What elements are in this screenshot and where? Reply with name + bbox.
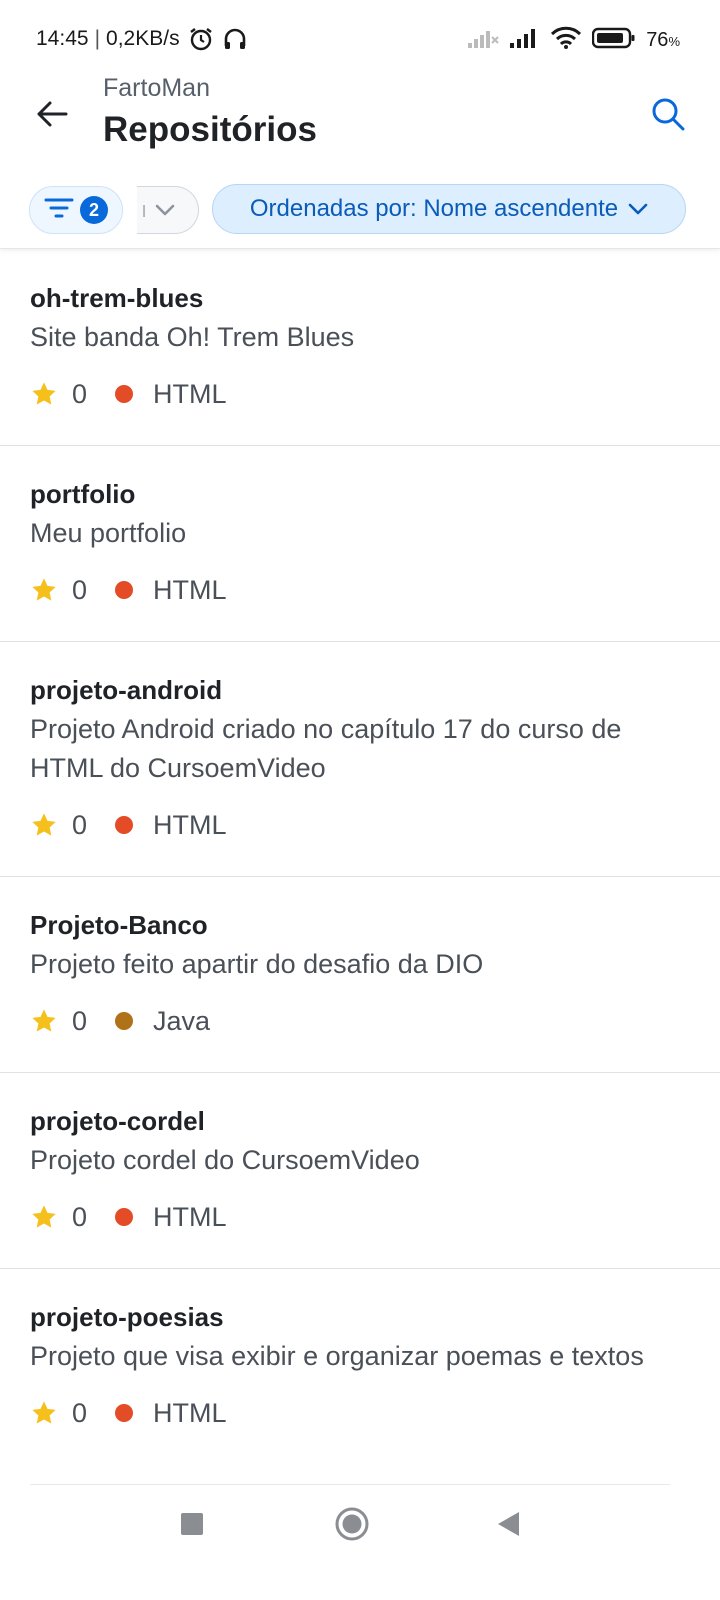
repo-list-item[interactable]: Projeto-Banco Projeto feito apartir do d… bbox=[0, 877, 720, 1073]
repo-list-item[interactable]: projeto-cordel Projeto cordel do Cursoem… bbox=[0, 1073, 720, 1269]
type-filter-chip[interactable]: ı bbox=[137, 186, 199, 234]
app-header: FartoMan Repositórios bbox=[0, 70, 720, 180]
repo-list-item[interactable]: projeto-android Projeto Android criado n… bbox=[0, 642, 720, 877]
headphones-icon bbox=[222, 26, 248, 52]
star-icon bbox=[30, 1007, 58, 1035]
battery-icon bbox=[591, 27, 636, 54]
star-count: 0 bbox=[72, 809, 88, 840]
repo-description: Meu portfolio bbox=[30, 518, 187, 548]
repo-name: Projeto-Banco bbox=[30, 910, 208, 940]
page-title: Repositórios bbox=[103, 110, 317, 149]
arrow-left-icon bbox=[35, 99, 69, 134]
wifi-icon bbox=[550, 26, 582, 55]
repo-meta: 0 HTML bbox=[30, 1396, 690, 1430]
language-color-dot bbox=[115, 1404, 134, 1422]
star-icon bbox=[30, 1399, 58, 1427]
type-filter-label: ı bbox=[141, 197, 148, 222]
sort-dropdown[interactable]: Ordenadas por: Nome ascendente bbox=[212, 184, 686, 234]
repo-description: Projeto feito apartir do desafio da DIO bbox=[30, 949, 484, 979]
repo-name: portfolio bbox=[30, 479, 136, 509]
repo-language: Java bbox=[153, 1005, 211, 1036]
repo-language: HTML bbox=[153, 378, 227, 409]
star-icon bbox=[30, 1203, 58, 1231]
system-nav-bar bbox=[0, 1484, 720, 1600]
repo-owner: FartoMan bbox=[103, 74, 210, 102]
repo-meta: 0 HTML bbox=[30, 573, 690, 607]
star-count: 0 bbox=[72, 378, 88, 409]
repo-language: HTML bbox=[153, 1397, 227, 1428]
repo-description: Site banda Oh! Trem Blues bbox=[30, 322, 355, 352]
recents-button[interactable] bbox=[178, 1504, 206, 1548]
repo-description: Projeto que visa exibir e organizar poem… bbox=[30, 1341, 644, 1371]
repo-meta: 0 Java bbox=[30, 1004, 690, 1038]
alarm-icon bbox=[188, 26, 214, 52]
status-time: 14:45 bbox=[36, 27, 89, 50]
repo-name: oh-trem-blues bbox=[30, 283, 204, 313]
status-bar: 14:45 | 0,2KB/s 76% bbox=[0, 0, 720, 80]
back-triangle-icon bbox=[495, 1510, 521, 1543]
repo-meta: 0 HTML bbox=[30, 808, 690, 842]
star-icon bbox=[30, 576, 58, 604]
nav-back-button[interactable] bbox=[494, 1504, 522, 1548]
language-color-dot bbox=[115, 581, 134, 599]
home-circle-icon bbox=[334, 1506, 370, 1547]
search-button[interactable] bbox=[646, 94, 690, 138]
chevron-down-icon bbox=[628, 195, 648, 223]
filter-icon bbox=[44, 197, 74, 224]
language-color-dot bbox=[115, 1012, 134, 1030]
search-icon bbox=[650, 96, 686, 137]
language-color-dot bbox=[115, 1208, 134, 1226]
repo-list-item[interactable]: portfolio Meu portfolio 0 HTML bbox=[0, 446, 720, 642]
status-separator: | bbox=[94, 27, 101, 50]
nav-divider bbox=[30, 1484, 670, 1485]
star-count: 0 bbox=[72, 1005, 88, 1036]
battery-percent: 76% bbox=[646, 29, 680, 51]
repo-language: HTML bbox=[153, 809, 227, 840]
recents-square-icon bbox=[180, 1512, 204, 1541]
star-count: 0 bbox=[72, 574, 88, 605]
repo-language: HTML bbox=[153, 1201, 227, 1232]
repo-list: oh-trem-blues Site banda Oh! Trem Blues … bbox=[0, 250, 720, 1464]
repo-name: projeto-android bbox=[30, 675, 223, 705]
star-icon bbox=[30, 811, 58, 839]
repo-name: projeto-poesias bbox=[30, 1302, 224, 1332]
filter-button[interactable]: 2 bbox=[29, 186, 123, 234]
chevron-down-icon bbox=[155, 197, 175, 223]
repo-description: Projeto cordel do CursoemVideo bbox=[30, 1145, 420, 1175]
signal-off-icon bbox=[468, 27, 500, 54]
repo-meta: 0 HTML bbox=[30, 1200, 690, 1234]
repo-description: Projeto Android criado no capítulo 17 do… bbox=[30, 714, 622, 783]
repo-meta: 0 HTML bbox=[30, 377, 690, 411]
repo-name: projeto-cordel bbox=[30, 1106, 205, 1136]
repo-list-item[interactable]: oh-trem-blues Site banda Oh! Trem Blues … bbox=[0, 250, 720, 446]
filter-count-badge: 2 bbox=[80, 196, 108, 224]
repo-language: HTML bbox=[153, 574, 227, 605]
star-icon bbox=[30, 380, 58, 408]
sort-label: Ordenadas por: Nome ascendente bbox=[249, 195, 619, 222]
back-button[interactable] bbox=[30, 94, 74, 138]
signal-icon bbox=[510, 27, 540, 54]
network-speed: 0,2KB/s bbox=[106, 27, 180, 50]
repo-list-item[interactable]: projeto-poesias Projeto que visa exibir … bbox=[0, 1269, 720, 1464]
filter-bar: 2 ı Ordenadas por: Nome ascendente bbox=[0, 184, 720, 249]
home-button[interactable] bbox=[334, 1504, 370, 1548]
star-count: 0 bbox=[72, 1397, 88, 1428]
star-count: 0 bbox=[72, 1201, 88, 1232]
language-color-dot bbox=[115, 816, 134, 834]
language-color-dot bbox=[115, 385, 134, 403]
